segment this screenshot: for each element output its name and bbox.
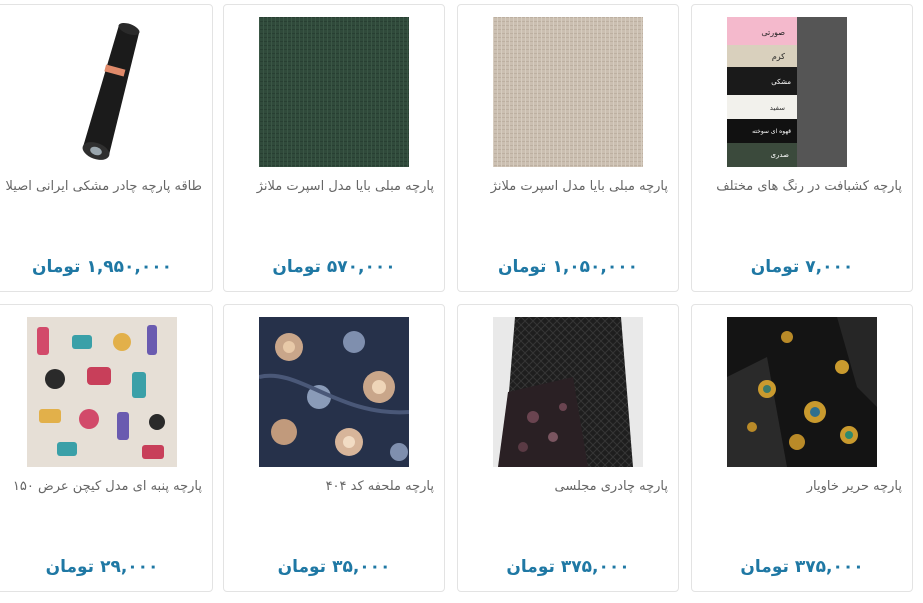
product-price: ۲۹,۰۰۰تومان — [45, 557, 159, 577]
product-card[interactable]: پارچه مبلی بایا مدل اسپرت ملانژ ۵۷۰,۰۰۰ت… — [223, 4, 445, 292]
product-title[interactable]: پارچه مبلی بایا مدل اسپرت ملانژ — [462, 179, 668, 194]
kitchen-print-image — [27, 317, 177, 467]
color-swatches-image: صورتی کرم مشکی سفید قهوه ای سوخته صدری — [727, 17, 847, 167]
product-price: ۳۷۵,۰۰۰تومان — [740, 557, 864, 577]
fabric-roll-image — [27, 17, 177, 167]
product-image[interactable] — [27, 17, 177, 167]
product-price: ۷,۰۰۰تومان — [750, 257, 854, 277]
product-price: ۱,۹۵۰,۰۰۰تومان — [31, 257, 173, 277]
product-card[interactable]: پارچه حریر خاویار ۳۷۵,۰۰۰تومان — [691, 304, 913, 592]
product-card[interactable]: طاقه پارچه چادر مشکی ایرانی اصیلا ۱,۹۵۰,… — [0, 4, 213, 292]
product-price: ۳۵,۰۰۰تومان — [277, 557, 391, 577]
svg-text:کرم: کرم — [772, 52, 785, 61]
green-linen-image — [259, 17, 409, 167]
product-title[interactable]: پارچه ملحفه کد ۴۰۴ — [228, 479, 434, 494]
product-image[interactable] — [259, 317, 409, 467]
beige-linen-image — [493, 17, 643, 167]
chador-fabric-image — [493, 317, 643, 467]
product-title[interactable]: پارچه مبلی بایا مدل اسپرت ملانژ — [228, 179, 434, 194]
floral-sheet-image — [259, 317, 409, 467]
product-card[interactable]: پارچه چادری مجلسی ۳۷۵,۰۰۰تومان — [457, 304, 679, 592]
product-price: ۵۷۰,۰۰۰تومان — [272, 257, 396, 277]
product-image[interactable] — [259, 17, 409, 167]
product-price: ۱,۰۵۰,۰۰۰تومان — [497, 257, 639, 277]
svg-text:قهوه ای سوخته: قهوه ای سوخته — [752, 128, 791, 135]
product-title[interactable]: پارچه چادری مجلسی — [462, 479, 668, 494]
product-image[interactable]: صورتی کرم مشکی سفید قهوه ای سوخته صدری — [727, 17, 877, 167]
svg-text:سفید: سفید — [770, 104, 785, 112]
product-image[interactable] — [27, 317, 177, 467]
product-title[interactable]: پارچه کشبافت در رنگ های مختلف — [696, 179, 902, 194]
product-image[interactable] — [727, 317, 877, 467]
svg-text:صورتی: صورتی — [761, 28, 785, 37]
product-price: ۳۷۵,۰۰۰تومان — [506, 557, 630, 577]
embroidered-silk-image — [727, 317, 877, 467]
product-title[interactable]: پارچه حریر خاویار — [696, 479, 902, 494]
product-card[interactable]: پارچه ملحفه کد ۴۰۴ ۳۵,۰۰۰تومان — [223, 304, 445, 592]
svg-text:صدری: صدری — [771, 151, 790, 159]
product-card[interactable]: پارچه پنبه ای مدل کیچن عرض ۱۵۰ ۲۹,۰۰۰توم… — [0, 304, 213, 592]
product-title[interactable]: طاقه پارچه چادر مشکی ایرانی اصیلا — [0, 179, 202, 194]
svg-text:مشکی: مشکی — [771, 78, 791, 86]
product-card[interactable]: صورتی کرم مشکی سفید قهوه ای سوخته صدری پ… — [691, 4, 913, 292]
product-card[interactable]: پارچه مبلی بایا مدل اسپرت ملانژ ۱,۰۵۰,۰۰… — [457, 4, 679, 292]
product-image[interactable] — [493, 317, 643, 467]
product-image[interactable] — [493, 17, 643, 167]
product-title[interactable]: پارچه پنبه ای مدل کیچن عرض ۱۵۰ — [0, 479, 202, 494]
